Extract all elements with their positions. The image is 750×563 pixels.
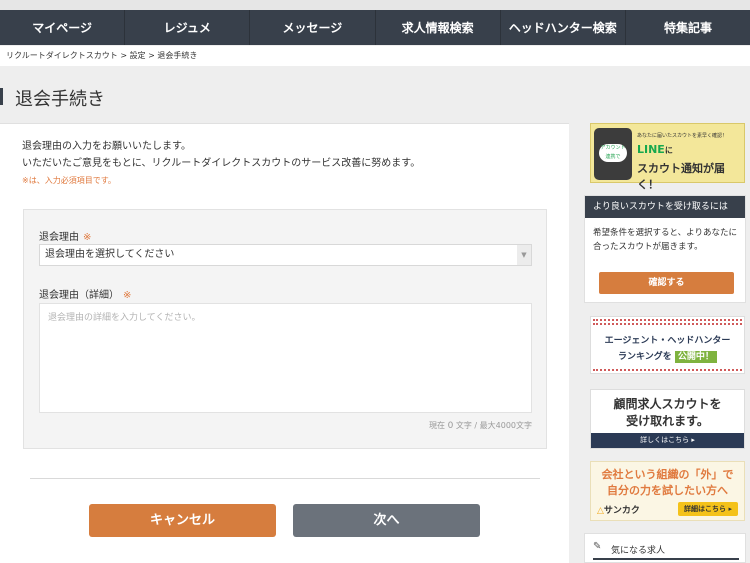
line-banner-subtitle: スカウト通知が届く！ — [637, 162, 725, 191]
advisor-scout-banner[interactable]: 顧問求人スカウトを 受け取れます。 詳しくはこちら ▸ — [590, 389, 745, 449]
character-counter: 現在 0 文字 / 最大4000文字 — [429, 420, 532, 431]
sankaku-brand: △サンカク — [597, 503, 640, 516]
line-notification-banner[interactable]: アカウント連携で あなたに届いたスカウトを素早く確認！ LINEに スカウト通知… — [590, 123, 745, 191]
sankaku-banner[interactable]: 会社という組織の「外」で 自分の力を試したい方へ △サンカク 詳細はこちら ▸ — [590, 461, 745, 521]
better-scout-header: より良いスカウトを受け取るには — [585, 196, 745, 218]
title-accent-bar — [0, 88, 3, 105]
sankaku-brand-name: サンカク — [603, 506, 640, 516]
decorative-border — [593, 368, 742, 371]
divider — [30, 478, 540, 479]
required-mark: ※ — [123, 290, 132, 301]
withdrawal-form-panel: 退会理由の入力をお願いいたします。 いただいたご意見をもとに、リクルートダイレク… — [0, 123, 569, 563]
detail-label: 退会理由（詳細） ※ — [39, 286, 131, 301]
breadcrumb-settings[interactable]: 設定 — [130, 51, 146, 60]
ranking-banner[interactable]: エージェント・ヘッドハンター ランキングを 公開中！ — [590, 316, 745, 374]
breadcrumb-separator: > — [148, 51, 155, 60]
advisor-line-1: 顧問求人スカウトを — [613, 397, 722, 411]
pencil-icon: ✎ — [593, 541, 602, 552]
sidebar: アカウント連携で あなたに届いたスカウトを素早く確認！ LINEに スカウト通知… — [584, 123, 750, 563]
textarea-placeholder: 退会理由の詳細を入力してください。 — [48, 313, 201, 323]
nav-item-headhunter-search[interactable]: ヘッドハンター検索 — [501, 10, 626, 45]
reason-label-text: 退会理由 — [39, 232, 79, 243]
required-mark: ※ — [83, 232, 92, 243]
advisor-line-2: 受け取れます。 — [626, 414, 709, 428]
breadcrumb-separator: > — [120, 51, 128, 60]
advisor-details-link[interactable]: 詳しくはこちら ▸ — [591, 433, 744, 448]
better-scout-body: 希望条件を選択すると、よりあなたに合ったスカウトが届きます。 — [593, 228, 737, 252]
favorite-jobs-label: 気になる求人 — [611, 546, 666, 556]
decorative-border — [593, 319, 742, 325]
page-title: 退会手続き — [15, 89, 105, 110]
global-nav: マイページ レジュメ メッセージ 求人情報検索 ヘッドハンター検索 特集記事 — [0, 10, 750, 45]
intro-text: 退会理由の入力をお願いいたします。 いただいたご意見をもとに、リクルートダイレク… — [22, 138, 420, 189]
nav-item-mypage[interactable]: マイページ — [0, 10, 126, 45]
favorite-underline — [593, 558, 739, 560]
breadcrumb-home[interactable]: リクルートダイレクトスカウト — [6, 51, 118, 60]
required-note: ※は、入力必須項目です。 — [22, 176, 116, 185]
line-banner-particle: に — [664, 146, 673, 155]
public-badge: 公開中！ — [674, 351, 717, 363]
phone-icon: アカウント連携で — [594, 128, 632, 180]
intro-line-1: 退会理由の入力をお願いいたします。 — [22, 141, 191, 152]
chevron-down-icon: ▼ — [517, 245, 531, 265]
counter-value: 0 — [447, 421, 454, 431]
reason-label: 退会理由 ※ — [39, 228, 91, 243]
reason-detail-textarea[interactable]: 退会理由の詳細を入力してください。 — [39, 303, 532, 413]
sankaku-line-2: 自分の力を試したい方へ — [607, 484, 728, 497]
nav-item-resume[interactable]: レジュメ — [125, 10, 251, 45]
sankaku-line-1: 会社という組織の「外」で — [601, 468, 734, 481]
nav-item-features[interactable]: 特集記事 — [626, 10, 750, 45]
reason-select-value: 退会理由を選択してください — [45, 249, 175, 260]
nav-item-job-search[interactable]: 求人情報検索 — [376, 10, 501, 45]
line-bubble: アカウント連携で — [599, 144, 627, 162]
confirm-button[interactable]: 確認する — [599, 272, 734, 294]
nav-item-message[interactable]: メッセージ — [250, 10, 376, 45]
counter-suffix: 文字 / 最大4000文字 — [455, 421, 532, 430]
triangle-icon: △ — [597, 506, 604, 516]
breadcrumb-current: 退会手続き — [157, 51, 198, 60]
sankaku-details-button[interactable]: 詳細はこちら ▸ — [678, 502, 738, 516]
intro-line-2: いただいたご意見をもとに、リクルートダイレクトスカウトのサービス改善に努めます。 — [22, 158, 421, 169]
detail-label-text: 退会理由（詳細） — [39, 290, 119, 301]
ranking-line-1: エージェント・ヘッドハンター — [604, 336, 731, 346]
breadcrumb: リクルートダイレクトスカウト > 設定 > 退会手続き — [0, 46, 750, 66]
ranking-text: ランキングを — [618, 352, 672, 362]
line-banner-caption: あなたに届いたスカウトを素早く確認！ — [637, 133, 728, 139]
line-banner-title: LINEに — [637, 143, 673, 156]
top-strip — [0, 0, 750, 10]
line-brand: LINE — [637, 143, 665, 156]
form-box: 退会理由 ※ 退会理由を選択してください ▼ 退会理由（詳細） ※ 退会理由の詳細を… — [23, 209, 547, 449]
next-button[interactable]: 次へ — [293, 504, 480, 537]
reason-select[interactable]: 退会理由を選択してください ▼ — [39, 244, 532, 266]
better-scout-box: より良いスカウトを受け取るには 希望条件を選択すると、よりあなたに合ったスカウト… — [584, 195, 746, 303]
counter-prefix: 現在 — [429, 421, 446, 430]
favorite-jobs-box[interactable]: ✎ 気になる求人 — [584, 533, 746, 563]
cancel-button[interactable]: キャンセル — [89, 504, 276, 537]
ranking-line-2: ランキングを 公開中！ — [591, 349, 744, 363]
